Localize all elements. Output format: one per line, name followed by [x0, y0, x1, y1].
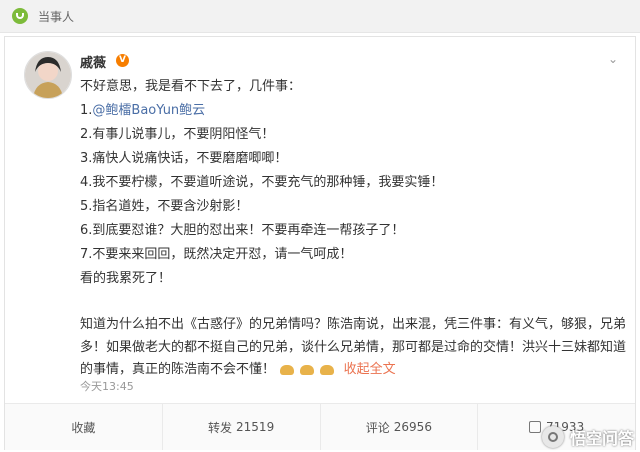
post-time[interactable]: 今天13:45	[80, 378, 134, 394]
verified-badge-icon: V	[116, 54, 129, 67]
mention-line[interactable]: 1.@鲍檑BaoYun鲍云	[80, 99, 620, 123]
post-paragraph: 知道为什么拍不出《古惑仔》的兄弟情吗？陈浩南说，出来混，凭三件事：有义气，够狠，…	[80, 314, 627, 382]
favorite-button[interactable]: 收藏	[5, 404, 163, 450]
topbar: 当事人	[0, 0, 640, 33]
author-name[interactable]: 戚薇	[80, 52, 106, 71]
watermark-text: 悟空问答	[569, 429, 634, 448]
post-line-text: 的事情，真正的陈浩南不会不懂！	[80, 362, 276, 377]
favorite-label: 收藏	[71, 420, 96, 435]
comment-button[interactable]: 评论 26956	[321, 404, 479, 450]
pray-emoji-icon	[280, 364, 295, 375]
post-line: 3.痛快人说痛快话，不要磨磨唧唧！	[80, 151, 288, 166]
wukong-logo-icon	[541, 426, 564, 448]
action-bar: 收藏 转发 21519 评论 26956 71933	[5, 403, 635, 450]
post-line: 的事情，真正的陈浩南不会不懂！ 收起全文	[80, 359, 620, 382]
thumbs-up-icon	[529, 421, 542, 433]
avatar[interactable]	[24, 51, 72, 99]
post-line: 知道为什么拍不出《古惑仔》的兄弟情吗？陈浩南说，出来混，凭三件事：有义气，够狠，…	[80, 317, 627, 332]
repost-count: 21519	[236, 420, 275, 434]
pray-emoji-icon	[320, 364, 335, 375]
mention-link[interactable]: @鲍檑BaoYun鲍云	[92, 103, 205, 118]
topbar-label: 当事人	[38, 9, 75, 24]
post-line: 1.	[80, 103, 93, 118]
comment-count: 26956	[393, 420, 432, 434]
weibo-post-card: 戚薇 V ⌄ 不好意思，我是看不下去了，几件事： 1.@鲍檑BaoYun鲍云 2…	[4, 36, 636, 450]
watermark: 悟空问答	[541, 425, 634, 449]
post-line: 看的我累死了！	[80, 271, 172, 286]
post-line: 7.不要来来回回，既然决定开怼，请一气呵成！	[80, 247, 353, 262]
post-line: 6.到底要怼谁？大胆的怼出来！不要再牵连一帮孩子了！	[80, 223, 405, 238]
post-line: 2.有事儿说事儿，不要阴阳怪气！	[80, 127, 275, 142]
post-line: 不好意思，我是看不下去了，几件事：	[80, 79, 302, 94]
post-line: 多！如果做老大的都不挺自己的兄弟，谈什么兄弟情，那可都是过命的交情！洪兴十三妹都…	[80, 339, 627, 355]
post-content: 不好意思，我是看不下去了，几件事： 1.@鲍檑BaoYun鲍云 2.有事儿说事儿…	[80, 75, 627, 382]
pray-emoji-icon	[300, 364, 315, 375]
repost-label: 转发	[208, 420, 233, 435]
comment-label: 评论	[365, 420, 390, 435]
repost-button[interactable]: 转发 21519	[163, 404, 321, 450]
chevron-down-icon[interactable]: ⌄	[605, 51, 621, 67]
post-line: 4.我不要柠檬，不要道听途说，不要充气的那种锤，我要实锤！	[80, 175, 444, 190]
post-line: 5.指名道姓，不要含沙射影！	[80, 199, 249, 214]
person-icon	[12, 8, 28, 24]
collapse-full-text-link[interactable]: 收起全文	[344, 362, 396, 377]
